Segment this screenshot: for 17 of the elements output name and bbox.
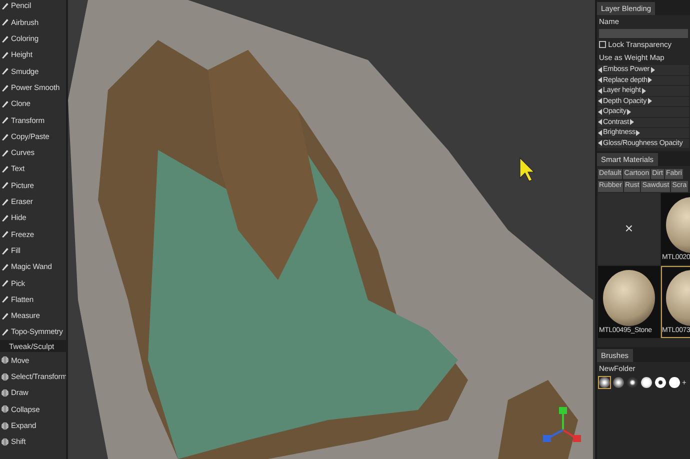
mesh-sphere-icon [1,388,9,397]
name-input-field[interactable] [599,28,688,38]
brush-preview[interactable] [668,376,681,389]
brush-preview[interactable] [626,376,639,389]
mesh-sphere-icon [1,372,9,381]
mesh-sphere-icon [1,438,9,446]
brush-preview[interactable] [612,376,625,389]
mesh-sphere-icon [1,356,9,364]
mesh-sphere-icon [1,422,9,430]
axis-gizmo-icon [543,407,581,442]
checkbox[interactable] [599,40,606,48]
cursor-icon [520,157,535,182]
brush-preview[interactable] [640,376,653,389]
brush-preview[interactable] [598,376,611,389]
brush-preview[interactable] [654,376,667,389]
mesh-sphere-icon [1,405,9,414]
empty-material-slot[interactable]: × [598,192,660,265]
